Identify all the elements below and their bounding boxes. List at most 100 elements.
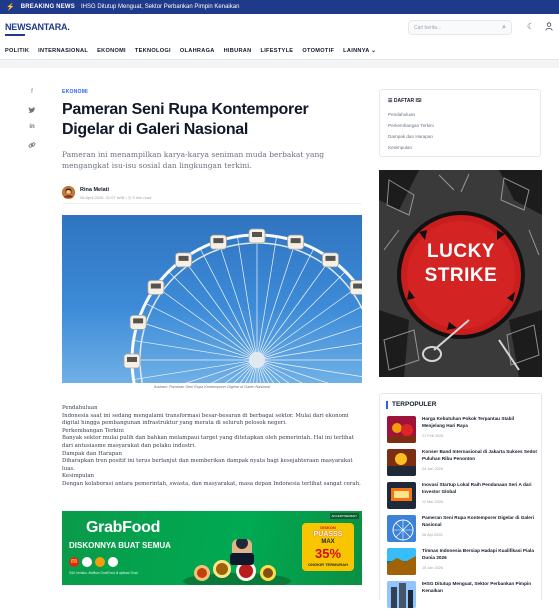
- logo-underline: [5, 34, 25, 36]
- article-category[interactable]: EKONOMI: [62, 89, 88, 95]
- ad-brand: GrabFood: [86, 519, 161, 536]
- nav-item-politik[interactable]: POLITIK: [5, 48, 29, 54]
- article-body: Pendahuluan Indonesia saat ini sedang me…: [62, 405, 362, 489]
- side-ad-banner[interactable]: LUCKY STRIKE: [379, 170, 542, 377]
- grabfood-ad-banner[interactable]: ADVERTISEMENT GrabFood DISKONNYA BUAT SE…: [62, 511, 362, 585]
- lucky-strike-illustration: LUCKY STRIKE: [379, 170, 542, 377]
- nav-item-teknologi[interactable]: TEKNOLOGI: [135, 48, 171, 54]
- breaking-news-label: BREAKING NEWS: [20, 4, 75, 10]
- popular-title: Konser Band Internasional di Jakarta Suk…: [422, 449, 537, 461]
- article-hero-image: [62, 215, 362, 383]
- food-illustration: [183, 539, 291, 585]
- nav-item-lainnya[interactable]: LAINNYA ⌄: [343, 48, 376, 54]
- nav-item-olahraga[interactable]: OLAHRAGA: [180, 48, 215, 54]
- section-heading: Dampak dan Harapan: [62, 450, 122, 457]
- popular-date: 21 Feb 2026: [422, 434, 444, 438]
- search-input[interactable]: Cari berita... ⌕: [408, 20, 512, 35]
- section-heading: Kesimpulan: [62, 473, 95, 480]
- user-icon[interactable]: [545, 22, 553, 33]
- twitter-icon[interactable]: [27, 107, 37, 117]
- search-icon[interactable]: ⌕: [502, 24, 506, 32]
- partner-logo: m: [69, 557, 79, 567]
- partner-logo: [108, 557, 118, 567]
- nav-item-ekonomi[interactable]: EKONOMI: [97, 48, 126, 54]
- paragraph: Indonesia saat ini sedang mengalami tran…: [62, 412, 349, 427]
- list-item[interactable]: Pameran Seni Rupa Kontemporer Digelar di…: [387, 515, 539, 545]
- ad-footnote: S&K berlaku. Aktifkan GrabFood di aplika…: [69, 571, 139, 575]
- avatar[interactable]: [62, 186, 75, 199]
- author-row: Rina Melati 08 April 2026, 21:07 WIB • ◷…: [62, 184, 362, 204]
- paragraph: Banyak sektor mulai pulih dan bahkan mel…: [62, 435, 354, 449]
- popular-date: 11 Mar 2026: [422, 500, 444, 504]
- popular-date: 04 Jan 2026: [422, 467, 443, 471]
- toc-item[interactable]: Kesimpulan: [388, 145, 412, 150]
- nav-item-internasional[interactable]: INTERNASIONAL: [38, 48, 88, 54]
- breaking-news-headline[interactable]: IHSG Ditutup Menguat, Sektor Perbankan P…: [81, 4, 239, 10]
- paragraph: Diharapkan tren positif ini terus berlan…: [62, 458, 353, 472]
- popular-date: 08 Apr 2026: [422, 533, 443, 537]
- toc-heading: ☰ DAFTAR ISI: [388, 98, 422, 104]
- author-name[interactable]: Rina Melati: [80, 187, 109, 193]
- toc-item[interactable]: Dampak dan Harapan: [388, 134, 433, 139]
- ad-tag: ADVERTISEMENT: [329, 513, 359, 519]
- lightning-icon: ⚡: [6, 4, 15, 11]
- partner-logo: [95, 557, 105, 567]
- article-meta: 08 April 2026, 21:07 WIB • ◷ 5 min read: [80, 195, 152, 200]
- image-caption: Ilustrasi: Pameran Seni Rupa Kontemporer…: [153, 385, 271, 389]
- ferris-wheel-illustration: [123, 228, 362, 383]
- dark-mode-icon[interactable]: ☾: [527, 22, 534, 31]
- discount-badge: DISKON PUASSS MAX 35% ONGKIR TERMURAH: [302, 523, 354, 571]
- popular-thumbnail: [387, 581, 416, 608]
- article-title: Pameran Seni Rupa Kontemporer Digelar di…: [62, 101, 309, 138]
- list-icon: ☰: [388, 98, 393, 104]
- heading-accent-bar: [386, 401, 388, 409]
- nav-item-lifestyle[interactable]: LIFESTYLE: [260, 48, 293, 54]
- list-item[interactable]: IHSG Ditutup Menguat, Sektor Perbankan P…: [387, 581, 539, 611]
- list-item[interactable]: Timnas Indonesia Bersiap Hadapi Kualifik…: [387, 548, 539, 578]
- popular-title: Harga Kebutuhan Pokok Terpantau Stabil M…: [422, 416, 515, 428]
- article-subtitle: Pameran ini menampilkan karya-karya seni…: [62, 150, 325, 170]
- toc-item[interactable]: Pendahuluan: [388, 112, 415, 117]
- nav-item-hiburan[interactable]: HIBURAN: [224, 48, 252, 54]
- popular-title: IHSG Ditutup Menguat, Sektor Perbankan P…: [422, 581, 532, 593]
- nav-spacer: [0, 60, 559, 68]
- badge-line: ONGKIR TERMURAH: [308, 562, 348, 567]
- popular-thumbnail: [387, 515, 416, 542]
- popular-thumbnail: [387, 449, 416, 476]
- linkedin-icon[interactable]: in: [27, 124, 37, 134]
- paragraph: Dengan kolaborasi antara pemerintah, swa…: [62, 480, 361, 487]
- list-item[interactable]: Inovasi Startup Lokal Raih Pendanaan Ser…: [387, 482, 539, 512]
- popular-thumbnail: [387, 416, 416, 443]
- search-placeholder: Cari berita...: [414, 24, 442, 31]
- toc-item[interactable]: Perkembangan Terkini: [388, 123, 434, 128]
- popular-title: Inovasi Startup Lokal Raih Pendanaan Ser…: [422, 482, 532, 494]
- site-logo[interactable]: NEWSANTARA.: [5, 22, 70, 36]
- badge-line: DISKON: [320, 525, 336, 530]
- popular-thumbnail: [387, 548, 416, 575]
- popular-date: 15 Jan 2026: [422, 566, 443, 570]
- nav-item-lainnya-label: LAINNYA: [343, 47, 370, 54]
- section-heading: Pendahuluan: [62, 405, 98, 411]
- facebook-icon[interactable]: f: [27, 89, 37, 99]
- table-of-contents: ☰ DAFTAR ISI Pendahuluan Perkembangan Te…: [379, 89, 541, 157]
- logo-text: NEWSANTARA.: [5, 22, 70, 32]
- ad-partner-logos: m: [69, 555, 149, 569]
- popular-title: Timnas Indonesia Bersiap Hadapi Kualifik…: [422, 548, 534, 560]
- side-ad-line1: LUCKY: [427, 241, 495, 262]
- ad-headline: DISKONNYA BUAT SEMUA: [69, 541, 171, 550]
- list-item[interactable]: Konser Band Internasional di Jakarta Suk…: [387, 449, 539, 479]
- link-icon[interactable]: [27, 141, 37, 151]
- section-heading: Perkembangan Terkini: [62, 427, 124, 434]
- popular-title: Pameran Seni Rupa Kontemporer Digelar di…: [422, 515, 535, 527]
- list-item[interactable]: Harga Kebutuhan Pokok Terpantau Stabil M…: [387, 416, 539, 446]
- badge-line: MAX: [321, 539, 335, 545]
- breaking-news-bar: ⚡ BREAKING NEWS IHSG Ditutup Menguat, Se…: [0, 0, 559, 14]
- badge-line: PUASSS: [313, 531, 343, 538]
- popular-heading: TERPOPULER: [392, 401, 437, 408]
- nav-item-otomotif[interactable]: OTOMOTIF: [302, 48, 334, 54]
- side-ad-line2: STRIKE: [425, 265, 498, 286]
- main-nav: POLITIK INTERNASIONAL EKONOMI TEKNOLOGI …: [0, 42, 559, 60]
- badge-percent: 35%: [314, 546, 342, 561]
- partner-logo: [82, 557, 92, 567]
- chevron-down-icon: ⌄: [371, 47, 377, 54]
